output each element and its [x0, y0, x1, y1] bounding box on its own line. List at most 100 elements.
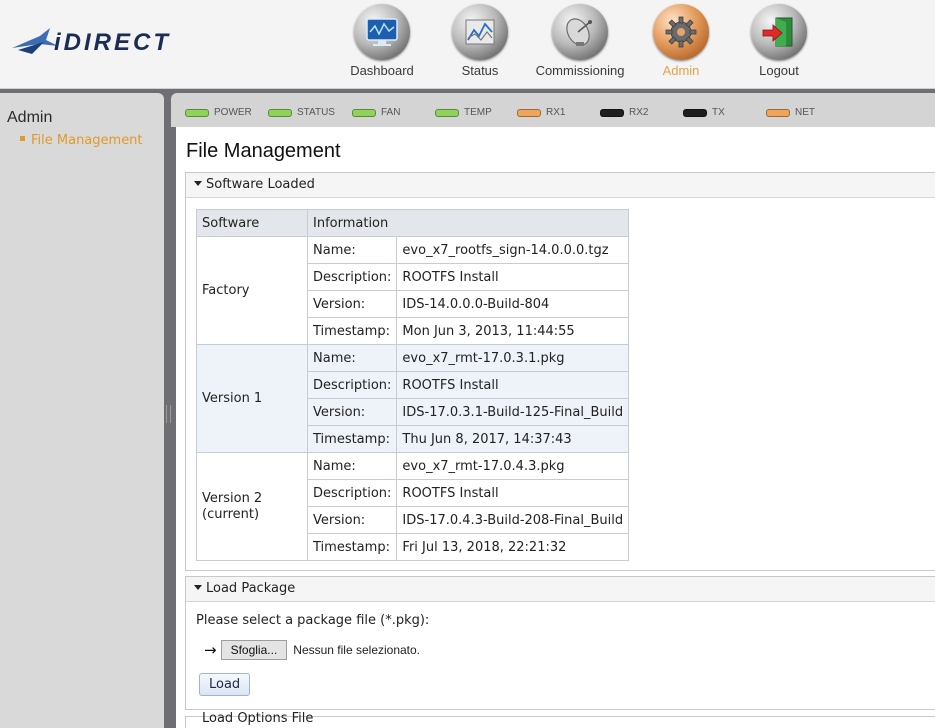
file-input-row: → Sfoglia... Nessun file selezionato.: [204, 640, 420, 660]
field-value: evo_x7_rmt-17.0.4.3.pkg: [396, 452, 630, 480]
led-lamp-icon: [435, 108, 459, 117]
field-value: ROOTFS Install: [396, 263, 630, 291]
field-label: Description:: [306, 371, 398, 399]
field-value: Mon Jun 3, 2013, 11:44:55: [396, 317, 630, 345]
load-package-heading: Load Package: [206, 581, 296, 596]
field-value: IDS-14.0.0.0-Build-804: [396, 290, 630, 318]
software-loaded-heading: Software Loaded: [206, 177, 315, 192]
nav-admin[interactable]: Admin: [626, 4, 736, 78]
led-label: RX2: [629, 107, 649, 118]
table-row: Factory Name: evo_x7_rootfs_sign-14.0.0.0.…: [196, 236, 630, 345]
field-label: Version:: [306, 506, 398, 534]
nav-status[interactable]: Status: [425, 4, 535, 78]
no-file-selected-text: Nessun file selezionato.: [293, 643, 421, 657]
field-label: Description:: [306, 479, 398, 507]
software-group-cell: Version 2 (current): [196, 452, 308, 561]
nav-admin-label: Admin: [662, 63, 700, 78]
led-lamp-icon: [600, 108, 624, 117]
led-label: POWER: [214, 107, 252, 118]
software-group-cell: Version 1: [196, 344, 308, 453]
field-value: Fri Jul 13, 2018, 22:21:32: [396, 533, 630, 561]
led-lamp-icon: [185, 108, 209, 117]
svg-text:iDIRECT: iDIRECT: [54, 29, 171, 56]
field-label: Timestamp:: [306, 425, 398, 453]
load-options-heading[interactable]: Load Options File: [202, 711, 313, 726]
sidebar-item-file-management[interactable]: File Management: [20, 133, 143, 148]
gear-icon: [653, 4, 709, 60]
field-label: Name:: [306, 344, 398, 372]
software-group-name: Factory: [202, 282, 250, 298]
arrow-right-icon: →: [204, 641, 217, 659]
field-value: ROOTFS Install: [396, 371, 630, 399]
sidebar-title: Admin: [7, 109, 53, 126]
software-group-name: Version 2: [202, 490, 263, 506]
led-label: RX1: [546, 107, 566, 118]
nav-commissioning-label: Commissioning: [535, 63, 625, 78]
led-lamp-icon: [352, 108, 376, 117]
main-content: File Management Software Loaded Software…: [176, 127, 935, 728]
field-label: Version:: [306, 398, 398, 426]
bullet-icon: [20, 136, 25, 141]
software-loaded-header[interactable]: Software Loaded: [186, 173, 935, 198]
sidebar: Admin File Management: [0, 93, 164, 728]
field-value: IDS-17.0.4.3-Build-208-Final_Build: [396, 506, 630, 534]
nav-logout-label: Logout: [759, 63, 799, 78]
nav-dashboard[interactable]: Dashboard: [327, 4, 437, 78]
load-package-header[interactable]: Load Package: [186, 577, 935, 602]
field-label: Name:: [306, 236, 398, 264]
led-temp: TEMP: [435, 107, 492, 118]
led-tx: TX: [683, 107, 725, 118]
idirect-logo: iDIRECT: [10, 24, 190, 60]
status-led-bar: POWER STATUS FAN TEMP RX1 RX2 TX NET: [171, 93, 935, 127]
led-lamp-icon: [766, 108, 790, 117]
led-fan: FAN: [352, 107, 400, 118]
top-header: iDIRECT Dashboard Status Commissioning A…: [0, 0, 935, 89]
load-package-panel: Load Package Please select a package fil…: [185, 576, 935, 710]
led-rx2: RX2: [600, 107, 648, 118]
field-label: Timestamp:: [306, 533, 398, 561]
field-label: Version:: [306, 290, 398, 318]
led-net: NET: [766, 107, 815, 118]
led-rx1: RX1: [517, 107, 565, 118]
led-power: POWER: [185, 107, 252, 118]
page-title: File Management: [186, 140, 341, 162]
column-header-software: Software: [196, 209, 308, 237]
led-label: TX: [712, 107, 725, 118]
collapse-triangle-icon: [194, 585, 202, 590]
collapse-triangle-icon: [194, 181, 202, 186]
led-lamp-icon: [517, 108, 541, 117]
sidebar-resize-handle[interactable]: [166, 405, 171, 423]
field-label: Description:: [306, 263, 398, 291]
software-table: Software Information Factory Name: evo_x7_…: [196, 209, 630, 561]
sidebar-item-label: File Management: [31, 133, 143, 148]
nav-commissioning[interactable]: Commissioning: [525, 4, 635, 78]
led-label: NET: [795, 107, 815, 118]
dashboard-monitor-icon: [354, 4, 410, 60]
browse-button[interactable]: Sfoglia...: [220, 640, 288, 660]
field-label: Timestamp:: [306, 317, 398, 345]
led-lamp-icon: [683, 108, 707, 117]
field-value: ROOTFS Install: [396, 479, 630, 507]
software-group-cell: Factory: [196, 236, 308, 345]
field-value: evo_x7_rootfs_sign-14.0.0.0.tgz: [396, 236, 630, 264]
load-button[interactable]: Load: [199, 673, 251, 696]
nav-status-label: Status: [461, 63, 499, 78]
led-status: STATUS: [268, 107, 335, 118]
satellite-dish-icon: [552, 4, 608, 60]
field-value: Thu Jun 8, 2017, 14:37:43: [396, 425, 630, 453]
software-group-subtitle: (current): [202, 506, 260, 522]
status-graph-icon: [452, 4, 508, 60]
led-label: TEMP: [464, 107, 492, 118]
software-loaded-panel: Software Loaded Software Information Fac…: [185, 172, 935, 571]
logout-door-icon: [751, 4, 807, 60]
load-options-panel: Load Options File: [185, 711, 935, 728]
table-row: Version 2 (current) Name: evo_x7_rmt-17.0.4…: [196, 452, 630, 561]
field-value: IDS-17.0.3.1-Build-125-Final_Build: [396, 398, 630, 426]
led-label: STATUS: [297, 107, 335, 118]
nav-dashboard-label: Dashboard: [350, 63, 414, 78]
table-row: Version 1 Name: evo_x7_rmt-17.0.3.1.pkg: [196, 344, 630, 453]
field-value: evo_x7_rmt-17.0.3.1.pkg: [396, 344, 630, 372]
nav-logout[interactable]: Logout: [724, 4, 834, 78]
field-label: Name:: [306, 452, 398, 480]
led-lamp-icon: [268, 108, 292, 117]
